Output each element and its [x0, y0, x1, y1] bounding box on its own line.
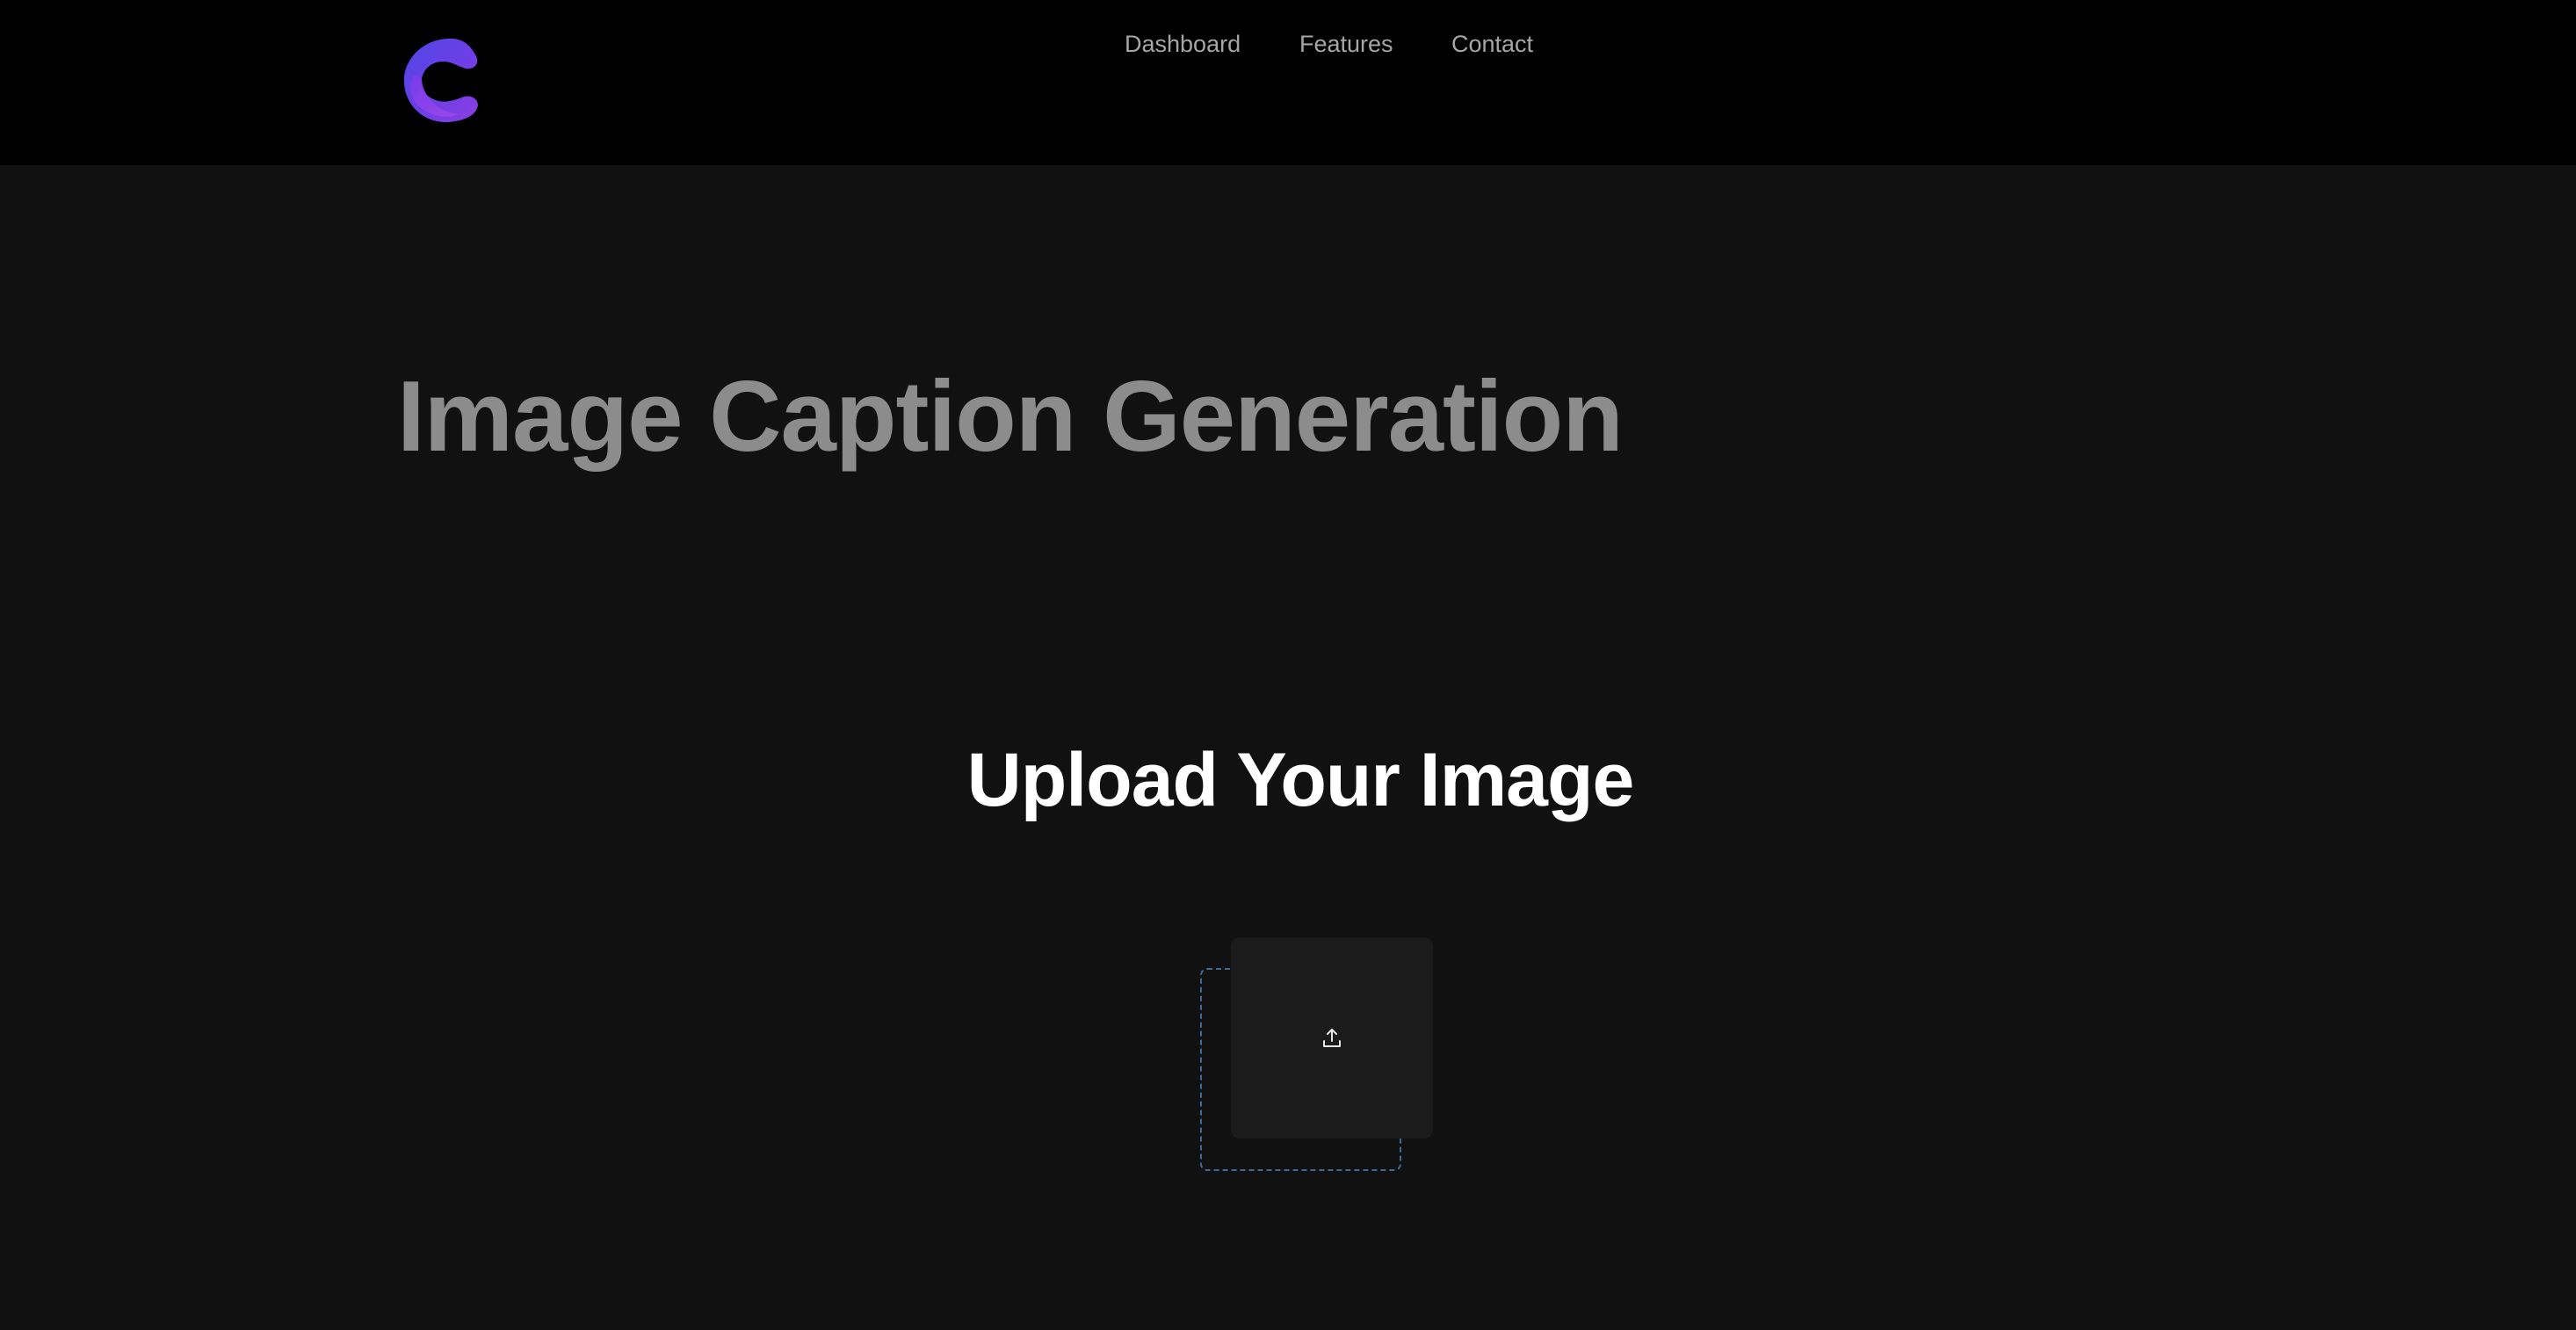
upload-heading: Upload Your Image: [966, 738, 1635, 822]
top-navigation-bar: Dashboard Features Contact: [0, 0, 2576, 165]
nav-features-link[interactable]: Features: [1299, 26, 1393, 61]
nav-contact-link[interactable]: Contact: [1451, 26, 1533, 61]
nav-dashboard-link[interactable]: Dashboard: [1125, 26, 1241, 61]
page-title: Image Caption Generation: [397, 361, 1624, 473]
main-nav: Dashboard Features Contact: [0, 26, 2576, 61]
upload-icon: [1320, 1026, 1344, 1051]
